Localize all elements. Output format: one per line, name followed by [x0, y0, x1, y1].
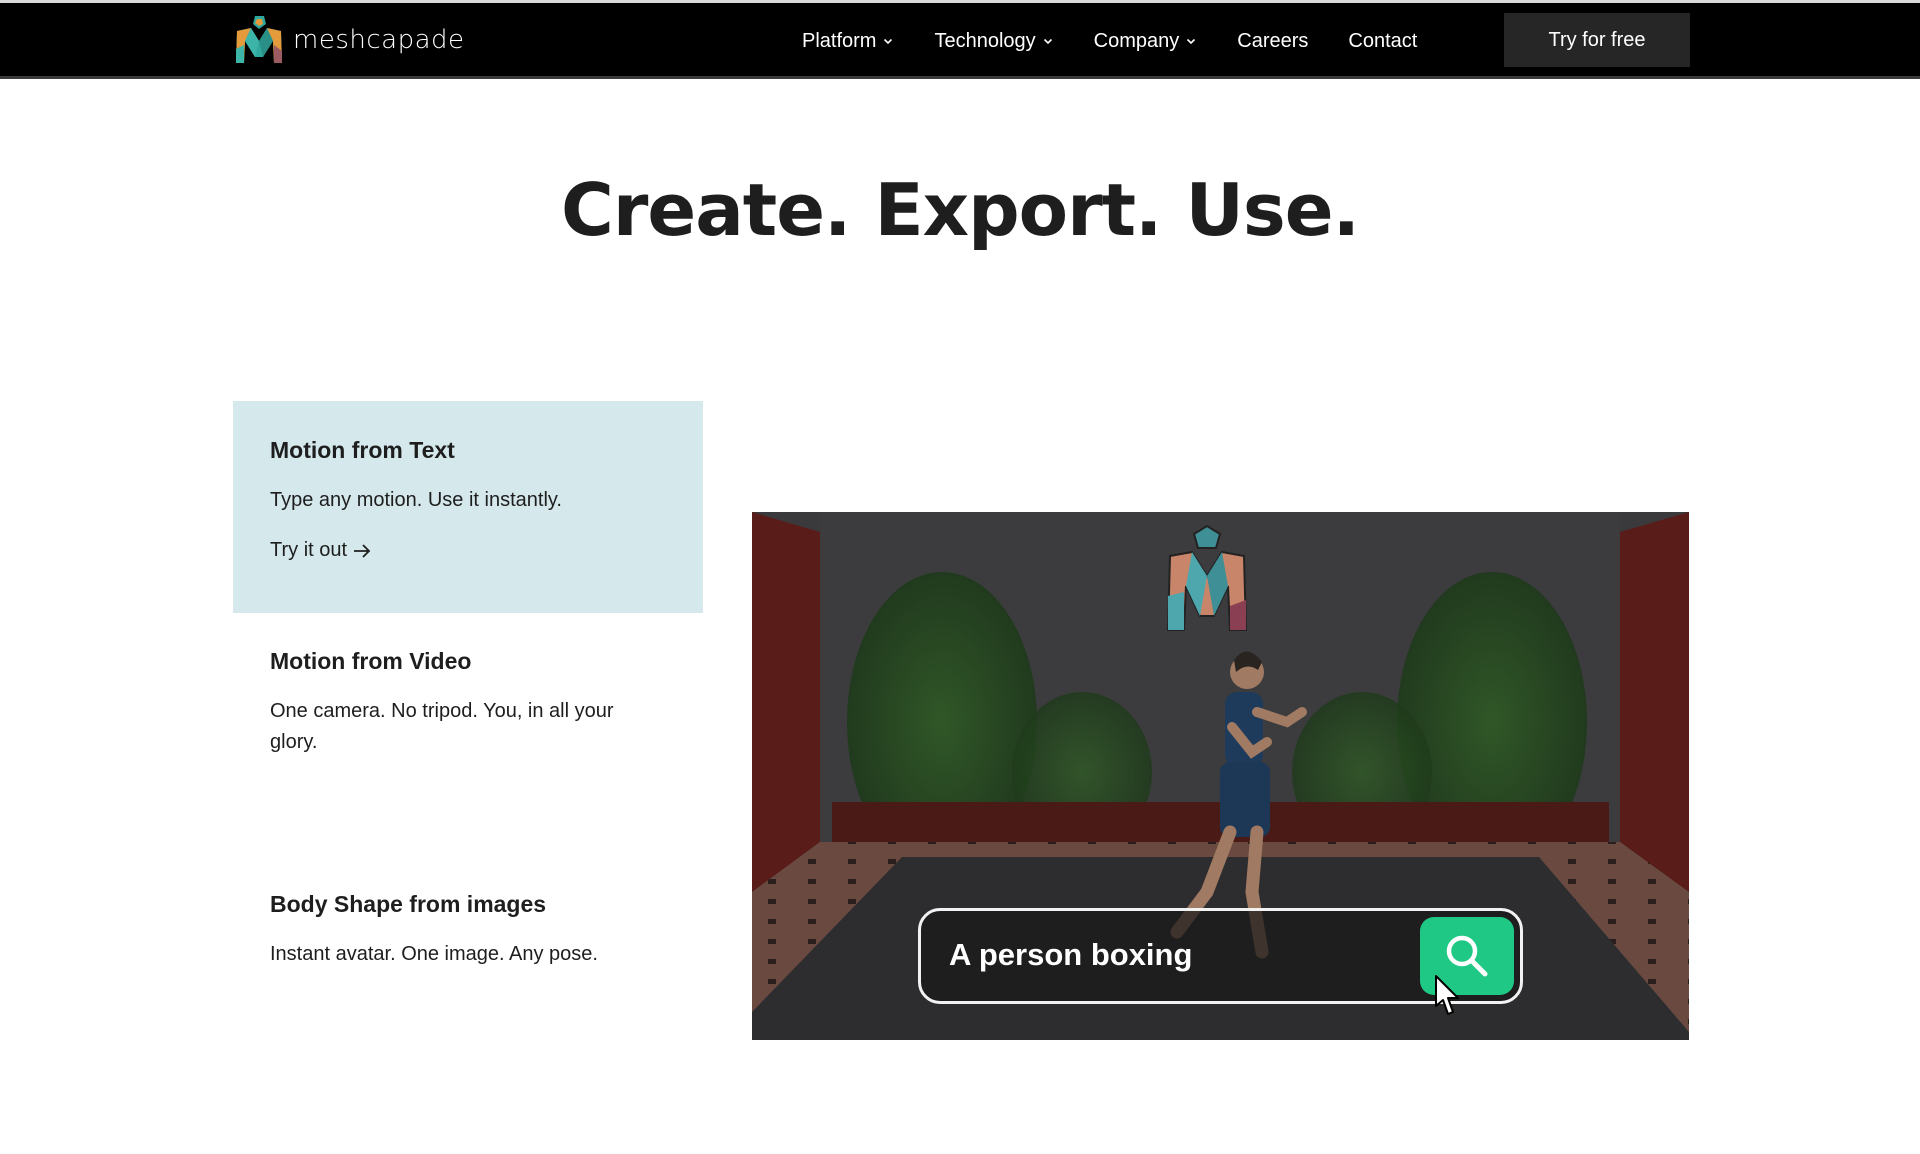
nav-item-technology[interactable]: Technology	[934, 30, 1053, 53]
nav-item-contact[interactable]: Contact	[1348, 30, 1417, 53]
brand-name: meshcapade	[293, 25, 465, 55]
feature-title: Motion from Text	[270, 437, 455, 463]
arrow-right-icon	[354, 543, 371, 558]
feature-card-body-shape-from-images[interactable]: Body Shape from images Instant avatar. O…	[233, 891, 703, 991]
feature-description: Instant avatar. One image. Any pose.	[270, 943, 598, 965]
nav-item-label: Technology	[934, 29, 1036, 52]
try-it-out-link[interactable]: Try it out	[270, 539, 371, 562]
motion-search-bar[interactable]: A person boxing	[918, 908, 1523, 1004]
nav-item-platform[interactable]: Platform	[802, 30, 894, 53]
page-title: Create. Export. Use.	[561, 168, 1360, 252]
chevron-down-icon	[1043, 38, 1052, 45]
link-label: Try it out	[270, 539, 348, 561]
brand-logo[interactable]: meshcapade	[233, 15, 465, 65]
nav-item-careers[interactable]: Careers	[1237, 30, 1308, 53]
nav-item-company[interactable]: Company	[1094, 30, 1198, 53]
nav-item-label: Company	[1093, 29, 1180, 52]
chevron-down-icon	[1187, 38, 1196, 45]
search-query: A person boxing	[949, 937, 1193, 972]
feature-title: Motion from Video	[270, 648, 472, 674]
mouse-cursor-icon	[1435, 975, 1459, 1015]
chevron-down-icon	[884, 38, 893, 45]
meshcapade-logo-icon	[236, 16, 282, 63]
main-nav: Platform Technology Company Careers Cont…	[802, 3, 1417, 79]
feature-description: Type any motion. Use it instantly.	[270, 489, 562, 511]
try-for-free-button[interactable]: Try for free	[1504, 13, 1690, 67]
nav-item-label: Contact	[1348, 29, 1418, 52]
nav-item-label: Platform	[802, 29, 877, 52]
nav-item-label: Careers	[1237, 29, 1309, 52]
feature-description: One camera. No tripod. You, in all your …	[270, 700, 614, 753]
feature-title: Body Shape from images	[270, 891, 547, 917]
top-navbar: meshcapade Platform Technology Company C…	[0, 0, 1920, 79]
demo-video[interactable]: A person boxing	[752, 512, 1689, 1040]
feature-card-motion-from-text[interactable]: Motion from Text Type any motion. Use it…	[233, 401, 703, 613]
feature-card-motion-from-video[interactable]: Motion from Video One camera. No tripod.…	[233, 648, 703, 788]
